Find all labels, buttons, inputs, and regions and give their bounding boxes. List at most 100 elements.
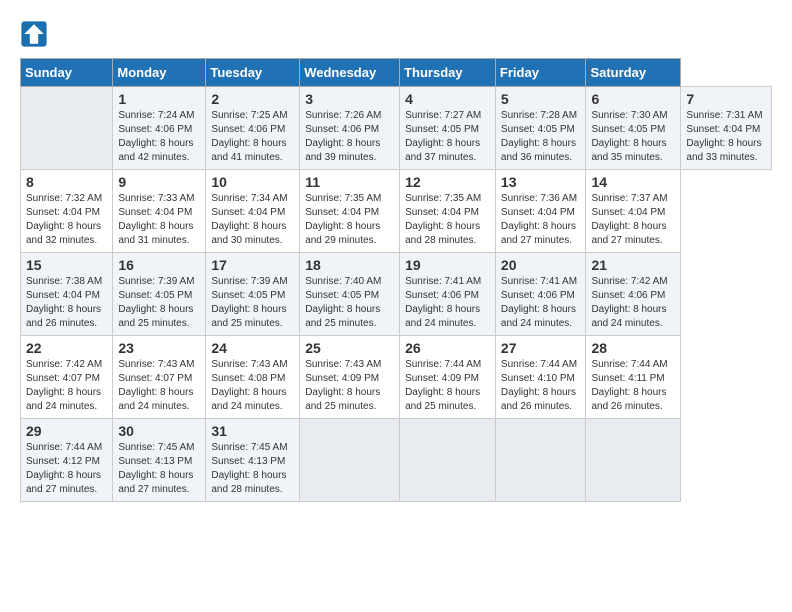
- calendar-cell: 7 Sunrise: 7:31 AMSunset: 4:04 PMDaylight…: [681, 87, 772, 170]
- day-info: Sunrise: 7:43 AMSunset: 4:08 PMDaylight:…: [211, 358, 294, 414]
- calendar-cell: 19 Sunrise: 7:41 AMSunset: 4:06 PMDayligh…: [400, 253, 496, 336]
- calendar-table: SundayMondayTuesdayWednesdayThursdayFrid…: [20, 58, 772, 502]
- calendar-cell: 20 Sunrise: 7:41 AMSunset: 4:06 PMDayligh…: [495, 253, 586, 336]
- calendar-cell: 10 Sunrise: 7:34 AMSunset: 4:04 PMDayligh…: [206, 170, 300, 253]
- day-info: Sunrise: 7:32 AMSunset: 4:04 PMDaylight:…: [26, 192, 107, 248]
- day-info: Sunrise: 7:45 AMSunset: 4:13 PMDaylight:…: [118, 441, 200, 497]
- day-number: 27: [501, 340, 581, 356]
- day-info: Sunrise: 7:41 AMSunset: 4:06 PMDaylight:…: [405, 275, 490, 331]
- calendar-cell: 12Sunrise: 7:35 AMSunset: 4:04 PMDayligh…: [400, 170, 496, 253]
- calendar-week-5: 29Sunrise: 7:44 AMSunset: 4:12 PMDayligh…: [21, 419, 772, 502]
- day-header-tuesday: Tuesday: [206, 59, 300, 87]
- calendar-cell: 25 Sunrise: 7:43 AMSunset: 4:09 PMDayligh…: [300, 336, 400, 419]
- day-info: Sunrise: 7:38 AMSunset: 4:04 PMDaylight:…: [26, 275, 107, 331]
- day-info: Sunrise: 7:35 AMSunset: 4:04 PMDaylight:…: [305, 192, 394, 248]
- day-number: 3: [305, 91, 394, 107]
- day-info: Sunrise: 7:42 AMSunset: 4:06 PMDaylight:…: [591, 275, 675, 331]
- calendar-cell: 5 Sunrise: 7:28 AMSunset: 4:05 PMDaylight…: [495, 87, 586, 170]
- logo: [20, 20, 52, 48]
- day-info: Sunrise: 7:39 AMSunset: 4:05 PMDaylight:…: [211, 275, 294, 331]
- day-info: Sunrise: 7:41 AMSunset: 4:06 PMDaylight:…: [501, 275, 581, 331]
- day-number: 15: [26, 257, 107, 273]
- day-info: Sunrise: 7:44 AMSunset: 4:12 PMDaylight:…: [26, 441, 107, 497]
- day-info: Sunrise: 7:44 AMSunset: 4:11 PMDaylight:…: [591, 358, 675, 414]
- day-number: 31: [211, 423, 294, 439]
- calendar-cell: 6Sunrise: 7:30 AMSunset: 4:05 PMDaylight…: [586, 87, 681, 170]
- calendar-cell: 14 Sunrise: 7:37 AMSunset: 4:04 PMDayligh…: [586, 170, 681, 253]
- day-info: Sunrise: 7:31 AMSunset: 4:04 PMDaylight:…: [686, 109, 766, 165]
- day-info: Sunrise: 7:36 AMSunset: 4:04 PMDaylight:…: [501, 192, 581, 248]
- calendar-cell: 16 Sunrise: 7:39 AMSunset: 4:05 PMDayligh…: [113, 253, 206, 336]
- day-info: Sunrise: 7:24 AMSunset: 4:06 PMDaylight:…: [118, 109, 200, 165]
- day-info: Sunrise: 7:43 AMSunset: 4:07 PMDaylight:…: [118, 358, 200, 414]
- day-number: 7: [686, 91, 766, 107]
- calendar-week-1: 1 Sunrise: 7:24 AMSunset: 4:06 PMDaylight…: [21, 87, 772, 170]
- calendar-week-2: 8 Sunrise: 7:32 AMSunset: 4:04 PMDaylight…: [21, 170, 772, 253]
- day-info: Sunrise: 7:39 AMSunset: 4:05 PMDaylight:…: [118, 275, 200, 331]
- day-number: 19: [405, 257, 490, 273]
- day-info: Sunrise: 7:30 AMSunset: 4:05 PMDaylight:…: [591, 109, 675, 165]
- calendar-cell: [300, 419, 400, 502]
- calendar-cell: 15 Sunrise: 7:38 AMSunset: 4:04 PMDayligh…: [21, 253, 113, 336]
- calendar-header-row: SundayMondayTuesdayWednesdayThursdayFrid…: [21, 59, 772, 87]
- day-header-friday: Friday: [495, 59, 586, 87]
- day-info: Sunrise: 7:27 AMSunset: 4:05 PMDaylight:…: [405, 109, 490, 165]
- calendar-cell: 22 Sunrise: 7:42 AMSunset: 4:07 PMDayligh…: [21, 336, 113, 419]
- day-info: Sunrise: 7:34 AMSunset: 4:04 PMDaylight:…: [211, 192, 294, 248]
- day-info: Sunrise: 7:42 AMSunset: 4:07 PMDaylight:…: [26, 358, 107, 414]
- day-info: Sunrise: 7:26 AMSunset: 4:06 PMDaylight:…: [305, 109, 394, 165]
- calendar-cell: 1 Sunrise: 7:24 AMSunset: 4:06 PMDaylight…: [113, 87, 206, 170]
- calendar-cell: 23 Sunrise: 7:43 AMSunset: 4:07 PMDayligh…: [113, 336, 206, 419]
- day-number: 16: [118, 257, 200, 273]
- calendar-cell: 29Sunrise: 7:44 AMSunset: 4:12 PMDayligh…: [21, 419, 113, 502]
- day-info: Sunrise: 7:35 AMSunset: 4:04 PMDaylight:…: [405, 192, 490, 248]
- calendar-cell: [586, 419, 681, 502]
- day-info: Sunrise: 7:37 AMSunset: 4:04 PMDaylight:…: [591, 192, 675, 248]
- day-number: 22: [26, 340, 107, 356]
- day-number: 13: [501, 174, 581, 190]
- day-header-wednesday: Wednesday: [300, 59, 400, 87]
- day-number: 8: [26, 174, 107, 190]
- calendar-cell: 28 Sunrise: 7:44 AMSunset: 4:11 PMDayligh…: [586, 336, 681, 419]
- day-number: 9: [118, 174, 200, 190]
- page-header: [20, 20, 772, 48]
- calendar-cell: 9 Sunrise: 7:33 AMSunset: 4:04 PMDaylight…: [113, 170, 206, 253]
- day-info: Sunrise: 7:40 AMSunset: 4:05 PMDaylight:…: [305, 275, 394, 331]
- day-info: Sunrise: 7:44 AMSunset: 4:09 PMDaylight:…: [405, 358, 490, 414]
- day-number: 21: [591, 257, 675, 273]
- day-number: 10: [211, 174, 294, 190]
- calendar-cell: 8 Sunrise: 7:32 AMSunset: 4:04 PMDaylight…: [21, 170, 113, 253]
- day-header-sunday: Sunday: [21, 59, 113, 87]
- calendar-cell: 26 Sunrise: 7:44 AMSunset: 4:09 PMDayligh…: [400, 336, 496, 419]
- day-header-saturday: Saturday: [586, 59, 681, 87]
- calendar-cell: 27Sunrise: 7:44 AMSunset: 4:10 PMDayligh…: [495, 336, 586, 419]
- day-number: 2: [211, 91, 294, 107]
- day-number: 25: [305, 340, 394, 356]
- day-info: Sunrise: 7:33 AMSunset: 4:04 PMDaylight:…: [118, 192, 200, 248]
- day-number: 26: [405, 340, 490, 356]
- day-number: 24: [211, 340, 294, 356]
- calendar-cell: 30Sunrise: 7:45 AMSunset: 4:13 PMDayligh…: [113, 419, 206, 502]
- day-number: 23: [118, 340, 200, 356]
- day-number: 28: [591, 340, 675, 356]
- calendar-cell: 18Sunrise: 7:40 AMSunset: 4:05 PMDayligh…: [300, 253, 400, 336]
- day-number: 20: [501, 257, 581, 273]
- calendar-cell: 31 Sunrise: 7:45 AMSunset: 4:13 PMDayligh…: [206, 419, 300, 502]
- calendar-cell: 13 Sunrise: 7:36 AMSunset: 4:04 PMDayligh…: [495, 170, 586, 253]
- day-info: Sunrise: 7:43 AMSunset: 4:09 PMDaylight:…: [305, 358, 394, 414]
- calendar-week-3: 15 Sunrise: 7:38 AMSunset: 4:04 PMDayligh…: [21, 253, 772, 336]
- calendar-cell: 24 Sunrise: 7:43 AMSunset: 4:08 PMDayligh…: [206, 336, 300, 419]
- day-info: Sunrise: 7:45 AMSunset: 4:13 PMDaylight:…: [211, 441, 294, 497]
- day-number: 17: [211, 257, 294, 273]
- calendar-cell: 17 Sunrise: 7:39 AMSunset: 4:05 PMDayligh…: [206, 253, 300, 336]
- day-number: 4: [405, 91, 490, 107]
- logo-icon: [20, 20, 48, 48]
- calendar-cell: 3 Sunrise: 7:26 AMSunset: 4:06 PMDaylight…: [300, 87, 400, 170]
- calendar-cell: 21 Sunrise: 7:42 AMSunset: 4:06 PMDayligh…: [586, 253, 681, 336]
- day-info: Sunrise: 7:28 AMSunset: 4:05 PMDaylight:…: [501, 109, 581, 165]
- day-info: Sunrise: 7:25 AMSunset: 4:06 PMDaylight:…: [211, 109, 294, 165]
- day-header-thursday: Thursday: [400, 59, 496, 87]
- day-number: 5: [501, 91, 581, 107]
- day-number: 14: [591, 174, 675, 190]
- day-number: 1: [118, 91, 200, 107]
